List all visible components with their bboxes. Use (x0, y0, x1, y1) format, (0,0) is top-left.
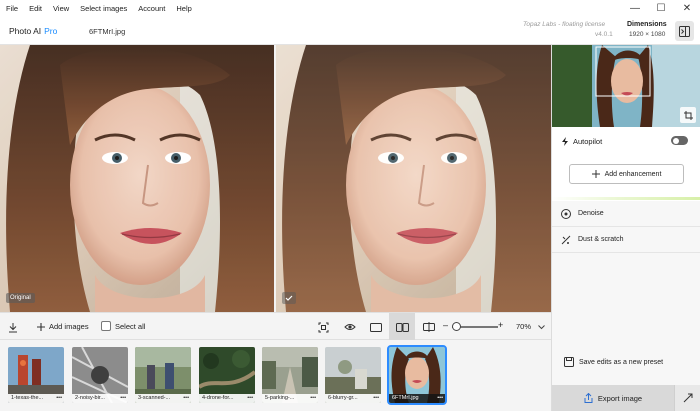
zoom-slider-handle[interactable] (452, 322, 461, 331)
thumbnail-name: 6-blurry-gr... (328, 395, 358, 401)
window-controls: — ☐ ✕ (622, 0, 700, 17)
plus-icon[interactable] (32, 318, 50, 336)
select-all-checkbox[interactable] (101, 321, 111, 331)
enhancement-denoise[interactable]: Denoise (552, 201, 700, 227)
denoise-icon (561, 209, 571, 219)
dust-scratch-icon (561, 235, 571, 245)
thumbnail-item[interactable]: 3-scanned-... ••• (135, 347, 191, 403)
eye-icon[interactable] (341, 318, 359, 336)
add-enhancement-area: Add enhancement (552, 157, 700, 201)
file-name: 6FTMrI.jpg (89, 27, 126, 36)
add-enhancement-button[interactable]: Add enhancement (569, 164, 684, 184)
export-settings-icon (683, 393, 693, 403)
thumbnail-item[interactable]: 1-texas-the... ••• (8, 347, 64, 403)
minimize-button[interactable]: — (622, 0, 648, 17)
crop-icon[interactable] (680, 107, 696, 123)
side-by-side-icon[interactable] (393, 318, 411, 336)
thumbnail-item[interactable]: 4-drone-for... ••• (199, 347, 255, 403)
bolt-icon (562, 137, 568, 146)
thumbnail-item[interactable]: 6-blurry-gr... ••• (325, 347, 381, 403)
progress-accent (552, 197, 700, 200)
chevron-down-icon[interactable] (535, 318, 547, 336)
preview-toolbar: Add images Select all – + 70% (0, 312, 551, 340)
more-icon[interactable]: ••• (183, 394, 189, 403)
autopilot-row: Autopilot (552, 127, 700, 157)
zoom-level[interactable]: 70% (516, 322, 531, 331)
check-icon (282, 292, 296, 304)
dimensions-value: 1920 × 1080 (629, 31, 666, 38)
thumbnail-item[interactable]: 2-noisy-bir... ••• (72, 347, 128, 403)
enhancement-label: Dust & scratch (578, 236, 624, 243)
app-tier: Pro (44, 26, 58, 36)
export-image-button[interactable]: Export image (552, 385, 674, 411)
save-preset-label: Save edits as a new preset (579, 358, 664, 366)
processed-pane[interactable] (276, 45, 551, 312)
save-preset-button[interactable]: Save edits as a new preset (564, 357, 663, 367)
zoom-in-button[interactable]: + (498, 320, 503, 330)
split-view-icon[interactable] (420, 318, 438, 336)
more-icon[interactable]: ••• (247, 394, 253, 403)
maximize-button[interactable]: ☐ (648, 0, 674, 17)
dimensions-label: Dimensions (627, 21, 667, 28)
thumbnail-item-selected[interactable]: 6FTMrI.jpg ••• (387, 345, 447, 405)
side-panel-toggle-button[interactable] (675, 21, 694, 41)
more-icon[interactable]: ••• (310, 394, 316, 403)
menu-view[interactable]: View (47, 0, 74, 17)
enhancement-label: Denoise (578, 210, 604, 217)
menu-help[interactable]: Help (170, 0, 196, 17)
image-preview[interactable]: Original (0, 45, 551, 312)
single-view-icon[interactable] (367, 318, 385, 336)
menu-bar: File Edit View Select images Account Hel… (0, 0, 700, 17)
menu-file[interactable]: File (0, 0, 23, 17)
navigator-preview[interactable] (552, 45, 700, 127)
enhancement-panel: Autopilot Add enhancement Denoise Dust &… (551, 45, 700, 411)
thumbnail-name: 3-scanned-... (138, 395, 171, 401)
more-icon[interactable]: ••• (120, 394, 126, 403)
thumbnail-item[interactable]: 5-parking-... ••• (262, 347, 318, 403)
zoom-out-button[interactable]: – (443, 320, 448, 330)
menu-select-images[interactable]: Select images (74, 0, 132, 17)
close-button[interactable]: ✕ (674, 0, 700, 17)
export-icon (584, 393, 593, 403)
thumbnail-name: 5-parking-... (265, 395, 295, 401)
thumbnail-name: 4-drone-for... (202, 395, 234, 401)
thumbnail-name: 2-noisy-bir... (75, 395, 105, 401)
fit-screen-icon[interactable] (314, 318, 332, 336)
license-text: Topaz Labs - floating license (523, 21, 606, 28)
app-header: Photo AI Pro 6FTMrI.jpg Topaz Labs - floa… (0, 17, 700, 45)
add-images-button[interactable]: Add images (49, 322, 89, 331)
menu-edit[interactable]: Edit (23, 0, 47, 17)
menu-account[interactable]: Account (132, 0, 170, 17)
preset-icon (564, 357, 574, 367)
download-icon[interactable] (4, 318, 22, 336)
autopilot-label: Autopilot (573, 137, 603, 146)
original-pane[interactable] (0, 45, 274, 312)
original-badge: Original (6, 293, 35, 303)
more-icon[interactable]: ••• (437, 394, 443, 403)
autopilot-toggle[interactable] (671, 136, 688, 145)
export-label: Export image (597, 393, 643, 403)
version-text: v4.0.1 (595, 31, 613, 38)
app-title: Photo AI Pro (9, 26, 57, 36)
more-icon[interactable]: ••• (373, 394, 379, 403)
original-image (0, 45, 274, 312)
more-icon[interactable]: ••• (56, 394, 62, 403)
plus-icon (591, 170, 600, 178)
thumbnail-name: 1-texas-the... (11, 395, 44, 401)
processed-image (276, 45, 551, 312)
export-settings-button[interactable] (674, 385, 700, 411)
add-enhancement-label: Add enhancement (604, 170, 662, 178)
enhancement-dust-scratch[interactable]: Dust & scratch (552, 227, 700, 253)
thumbnail-name: 6FTMrI.jpg (392, 395, 419, 401)
panel-icon (679, 25, 690, 37)
navigator-image (552, 45, 700, 127)
thumbnail-strip: 1-texas-the... ••• 2-noisy-bir... ••• 3-sc… (0, 340, 551, 411)
select-all-label[interactable]: Select all (115, 322, 145, 331)
app-name: Photo AI (9, 26, 42, 36)
